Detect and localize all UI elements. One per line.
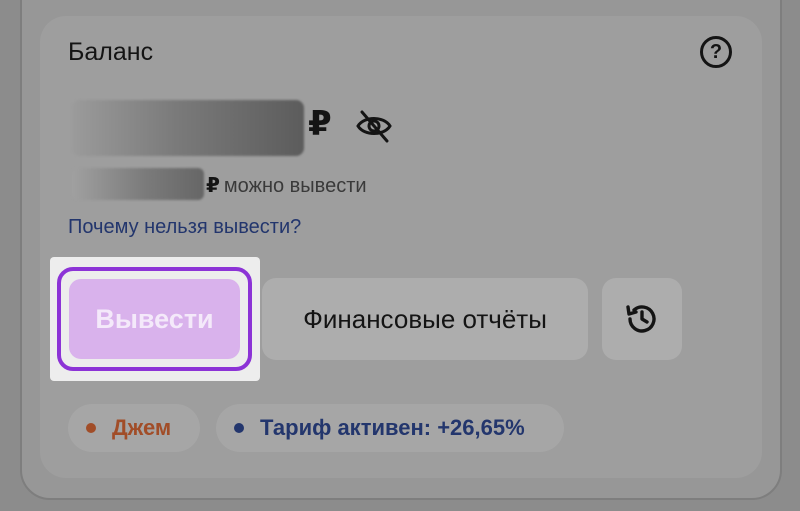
history-icon [626,305,656,333]
withdrawable-text: ₽ можно вывести [206,173,367,198]
balance-currency: ₽ [308,105,332,143]
jam-chip[interactable]: Джем [68,404,200,452]
balance-title: Баланс [68,38,154,66]
withdrawable-currency: ₽ [206,175,220,197]
hidden-balance-amount [72,100,304,156]
page: Баланс ? ₽ ₽ можно вывести Почему нельзя … [0,0,800,511]
help-icon[interactable]: ? [700,36,732,68]
hidden-withdrawable-amount [72,168,204,200]
jam-dot [86,423,96,433]
withdraw-button-label: Вывести [69,279,240,359]
jam-chip-label: Джем [112,415,172,440]
tariff-chip-label: Тариф активен: +26,65% [260,415,525,440]
tariff-chip[interactable]: Тариф активен: +26,65% [216,404,564,452]
withdraw-button[interactable]: Вывести [57,267,252,371]
eye-off-icon[interactable] [354,108,394,144]
tariff-dot [234,423,244,433]
why-cannot-withdraw-link[interactable]: Почему нельзя вывести? [68,216,301,239]
financial-reports-button[interactable]: Финансовые отчёты [262,278,588,360]
withdrawable-label: можно вывести [223,175,367,197]
history-button[interactable] [602,278,682,360]
